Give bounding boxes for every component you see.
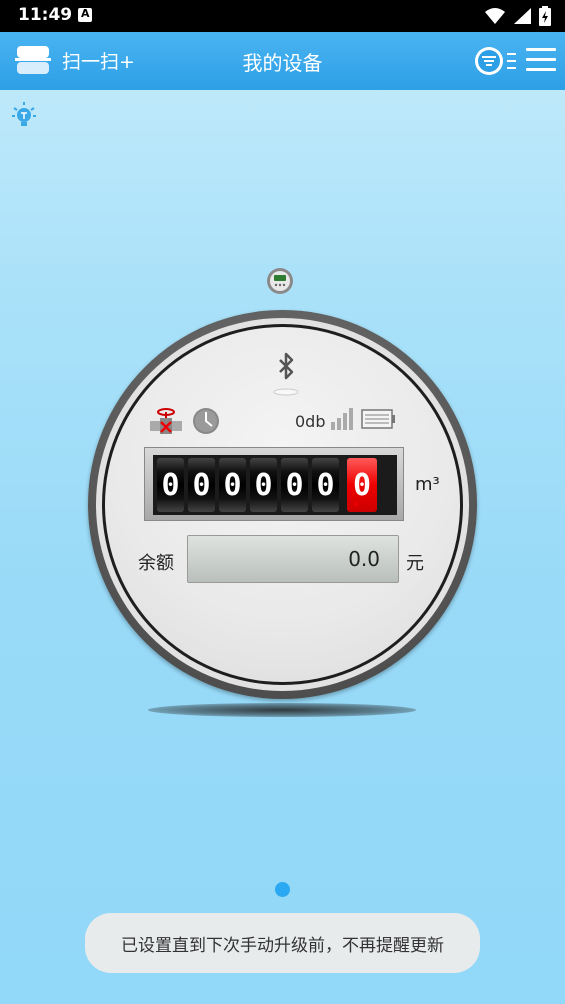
valve-icon bbox=[150, 408, 182, 434]
reading-counter: 0 0 0 0 0 0 0 bbox=[144, 447, 404, 521]
menu-icon[interactable] bbox=[526, 47, 556, 73]
cellular-signal-icon bbox=[514, 8, 531, 24]
signal-strength-label: 0db bbox=[295, 412, 326, 431]
reading-digit: 0 bbox=[157, 458, 184, 512]
notification-a-icon: A bbox=[78, 7, 92, 22]
meter-shadow bbox=[148, 703, 416, 717]
reading-digit: 0 bbox=[312, 458, 339, 512]
reading-decimal-digit: 0 bbox=[347, 458, 377, 512]
status-time: 11:49 bbox=[18, 5, 73, 25]
meter-battery-icon bbox=[361, 409, 395, 429]
reading-digit: 0 bbox=[281, 458, 308, 512]
reading-digits: 0 0 0 0 0 0 0 bbox=[153, 455, 397, 515]
wifi-icon bbox=[485, 8, 505, 24]
toast-message: 已设置直到下次手动升级前，不再提醒更新 bbox=[85, 913, 480, 973]
balance-label: 余额 bbox=[138, 553, 174, 574]
bluetooth-icon bbox=[273, 352, 299, 396]
battery-status-icon bbox=[539, 6, 551, 26]
clock-icon bbox=[193, 408, 219, 434]
notification-a-label: A bbox=[81, 7, 90, 20]
reading-digit: 0 bbox=[250, 458, 277, 512]
page-indicator-dot bbox=[275, 882, 290, 897]
unit-label: m³ bbox=[415, 474, 440, 495]
device-icon[interactable] bbox=[266, 267, 294, 295]
currency-label: 元 bbox=[406, 553, 424, 574]
status-icons bbox=[485, 6, 551, 26]
reading-digit: 0 bbox=[219, 458, 246, 512]
app-bar: 扫一扫+ 我的设备 bbox=[0, 32, 565, 90]
filter-list-icon[interactable] bbox=[474, 45, 518, 77]
lightbulb-icon[interactable] bbox=[12, 102, 36, 128]
signal-bars-icon bbox=[331, 408, 353, 430]
status-bar: 11:49 A bbox=[0, 0, 565, 32]
reading-digit: 0 bbox=[188, 458, 215, 512]
decimal-point bbox=[354, 502, 358, 506]
balance-value: 0.0 bbox=[187, 535, 399, 583]
